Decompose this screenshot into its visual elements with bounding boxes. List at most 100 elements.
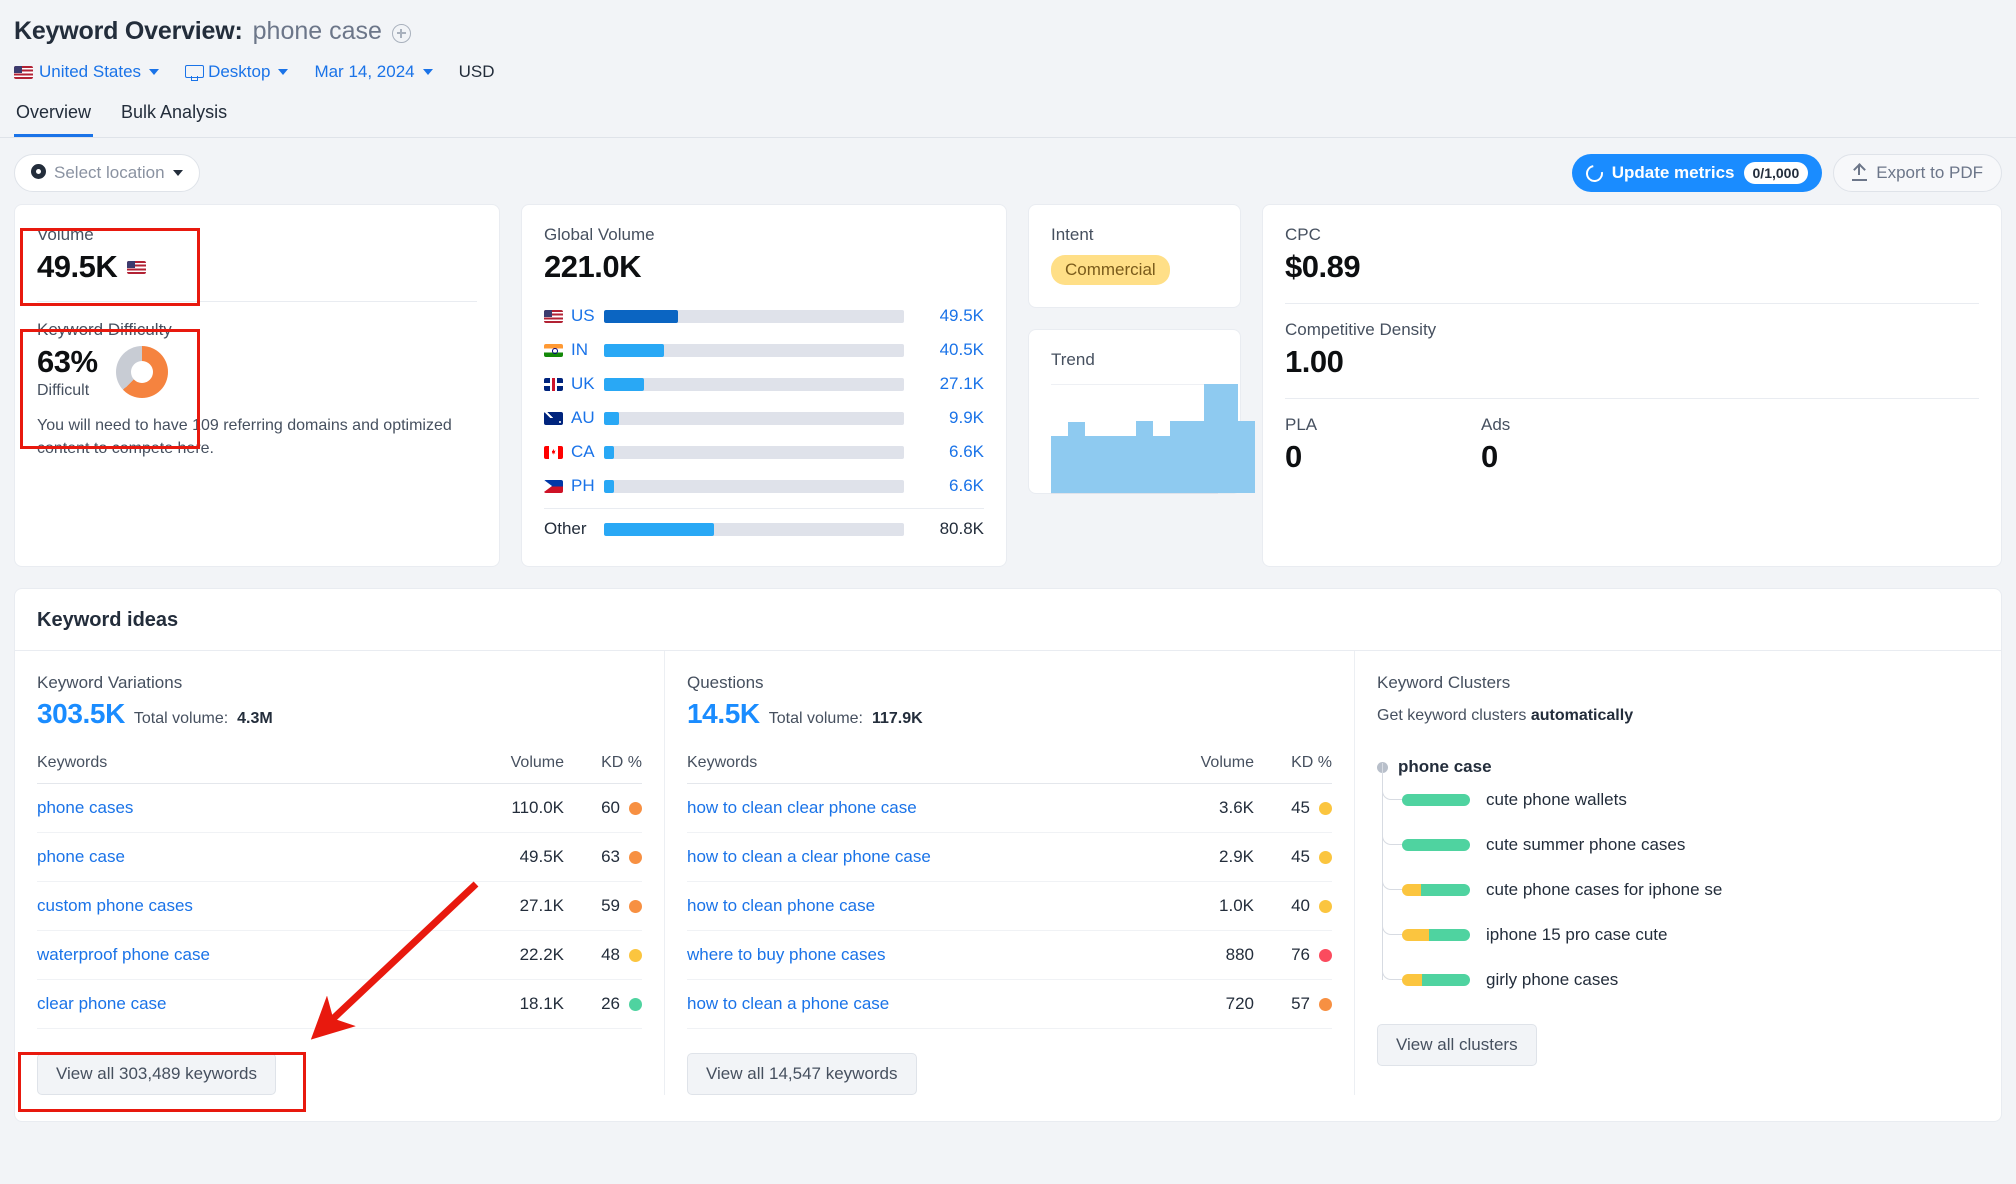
col-keywords[interactable]: Keywords <box>687 754 1144 784</box>
trend-bar-slot <box>1136 384 1153 493</box>
chevron-down-icon <box>278 69 289 75</box>
keyword-cell: how to clean phone case <box>687 881 1144 931</box>
trend-bar-slot <box>1238 384 1255 493</box>
volume-cell: 3.6K <box>1144 783 1254 833</box>
keyword-link[interactable]: how to clean phone case <box>687 896 875 915</box>
volume-bar-fill <box>604 522 714 536</box>
pla-ads-row: PLA 0 Ads 0 <box>1285 415 1979 475</box>
keyword-difficulty-value-row: 63% Difficult <box>37 344 477 400</box>
intent-card: Intent Commercial <box>1028 204 1241 308</box>
trend-bar-slot <box>1187 384 1204 493</box>
tab-bulk-analysis[interactable]: Bulk Analysis <box>119 98 229 137</box>
global-volume-card: Global Volume 221.0K US 49.5K IN 40.5K UK 27.… <box>521 204 1007 567</box>
trend-bar <box>1085 436 1102 493</box>
country-code: PH <box>571 476 595 495</box>
chevron-down-icon <box>172 170 183 176</box>
competitive-density-label: Competitive Density <box>1285 320 1437 339</box>
ads-label: Ads <box>1481 415 1511 434</box>
keyword-link[interactable]: how to clean a clear phone case <box>687 847 931 866</box>
volume-cell: 18.1K <box>454 979 564 1029</box>
toolbar: Select location Update metrics 0/1,000 E… <box>0 138 2016 192</box>
global-volume-row: US 49.5K <box>544 299 984 333</box>
cluster-item-label: cute phone cases for iphone se <box>1486 879 1723 899</box>
volume-bar-fill <box>604 343 665 357</box>
trend-bar <box>1153 436 1170 493</box>
kd-cell: 76 <box>1254 930 1332 980</box>
trend-bar-slot <box>1153 384 1170 493</box>
country-volume-value: 80.8K <box>939 519 984 538</box>
col-kd[interactable]: KD % <box>564 754 642 784</box>
global-volume-row: AU 9.9K <box>544 401 984 435</box>
keyword-link[interactable]: how to clean a phone case <box>687 994 889 1013</box>
select-location-dropdown[interactable]: Select location <box>14 154 200 192</box>
col-kd[interactable]: KD % <box>1254 754 1332 784</box>
table-row: waterproof phone case 22.2K 48 <box>37 930 642 980</box>
volume-bar-fill <box>604 309 678 323</box>
volume-bar-track <box>604 377 904 391</box>
cluster-item-label: cute summer phone cases <box>1486 834 1686 854</box>
keyword-link[interactable]: custom phone cases <box>37 896 193 915</box>
questions-total-value: 117.9K <box>871 710 923 727</box>
intent-label: Intent <box>1051 225 1094 244</box>
page-title: Keyword Overview: phone case <box>14 10 2016 52</box>
us-flag-icon <box>544 309 563 323</box>
keyword-ideas-body: Keyword Variations 303.5K Total volume: … <box>15 651 2001 1121</box>
trend-bar-slot <box>1085 384 1102 493</box>
keyword-link[interactable]: how to clean clear phone case <box>687 798 917 817</box>
clusters-subtitle-bold: automatically <box>1530 707 1634 724</box>
country-code: US <box>571 306 595 325</box>
country-selector[interactable]: United States <box>14 62 160 82</box>
keyword-link[interactable]: waterproof phone case <box>37 945 210 964</box>
ph-flag-icon <box>544 479 563 493</box>
keyword-cell: where to buy phone cases <box>687 930 1144 980</box>
volume-cell: 720 <box>1144 979 1254 1029</box>
cluster-item[interactable]: girly phone cases <box>1382 957 1979 1002</box>
country-code: Other <box>544 519 587 538</box>
global-volume-row: CA 6.6K <box>544 435 984 469</box>
cluster-intent-pill <box>1402 838 1470 851</box>
tab-overview[interactable]: Overview <box>14 98 94 137</box>
col-keywords[interactable]: Keywords <box>37 754 454 784</box>
page-title-keyword: phone case <box>252 16 382 45</box>
col-volume[interactable]: Volume <box>454 754 564 784</box>
cluster-item[interactable]: cute summer phone cases <box>1382 822 1979 867</box>
clusters-subtitle-normal: Get keyword clusters <box>1377 707 1531 724</box>
trend-label: Trend <box>1051 350 1095 369</box>
kd-cell: 59 <box>564 881 642 931</box>
kd-cell: 40 <box>1254 881 1332 931</box>
global-volume-row: IN 40.5K <box>544 333 984 367</box>
trend-bar-slot <box>1051 384 1068 493</box>
view-all-clusters-button[interactable]: View all clusters <box>1377 1024 1537 1066</box>
trend-bar-slot <box>1068 384 1085 493</box>
view-all-variations-button[interactable]: View all 303,489 keywords <box>37 1053 276 1095</box>
date-selector[interactable]: Mar 14, 2024 <box>314 62 433 82</box>
tab-bar: Overview Bulk Analysis <box>0 98 2016 138</box>
keyword-link[interactable]: clear phone case <box>37 994 166 1013</box>
view-all-questions-button[interactable]: View all 14,547 keywords <box>687 1053 917 1095</box>
refresh-icon <box>1582 161 1607 185</box>
keyword-link[interactable]: where to buy phone cases <box>687 945 885 964</box>
country-volume-value: 40.5K <box>939 340 984 359</box>
keyword-link[interactable]: phone cases <box>37 798 133 817</box>
country-code: IN <box>571 340 588 359</box>
cluster-root: phone case <box>1377 757 1979 777</box>
cluster-item[interactable]: cute phone wallets <box>1382 777 1979 822</box>
device-selector[interactable]: Desktop <box>185 62 289 82</box>
export-to-pdf-button[interactable]: Export to PDF <box>1833 154 2002 192</box>
col-volume[interactable]: Volume <box>1144 754 1254 784</box>
cluster-item[interactable]: cute phone cases for iphone se <box>1382 867 1979 912</box>
pla-block: PLA 0 <box>1285 415 1481 475</box>
cluster-pill-yellow <box>1402 883 1422 896</box>
keyword-variations-heading: Keyword Variations <box>37 673 183 692</box>
cluster-item[interactable]: iphone 15 pro case cute <box>1382 912 1979 957</box>
country-volume-value: 6.6K <box>949 442 984 461</box>
select-location-label: Select location <box>54 163 165 182</box>
keyword-link[interactable]: phone case <box>37 847 125 866</box>
questions-total-label: Total volume: <box>768 710 863 727</box>
trend-bar-slot <box>1204 384 1221 493</box>
in-flag-icon <box>544 343 563 357</box>
update-metrics-button[interactable]: Update metrics 0/1,000 <box>1571 154 1823 192</box>
plus-circle-icon[interactable] <box>391 23 411 43</box>
table-row: how to clean clear phone case 3.6K 45 <box>687 783 1332 833</box>
keyword-difficulty-note: You will need to have 109 referring doma… <box>37 417 452 458</box>
